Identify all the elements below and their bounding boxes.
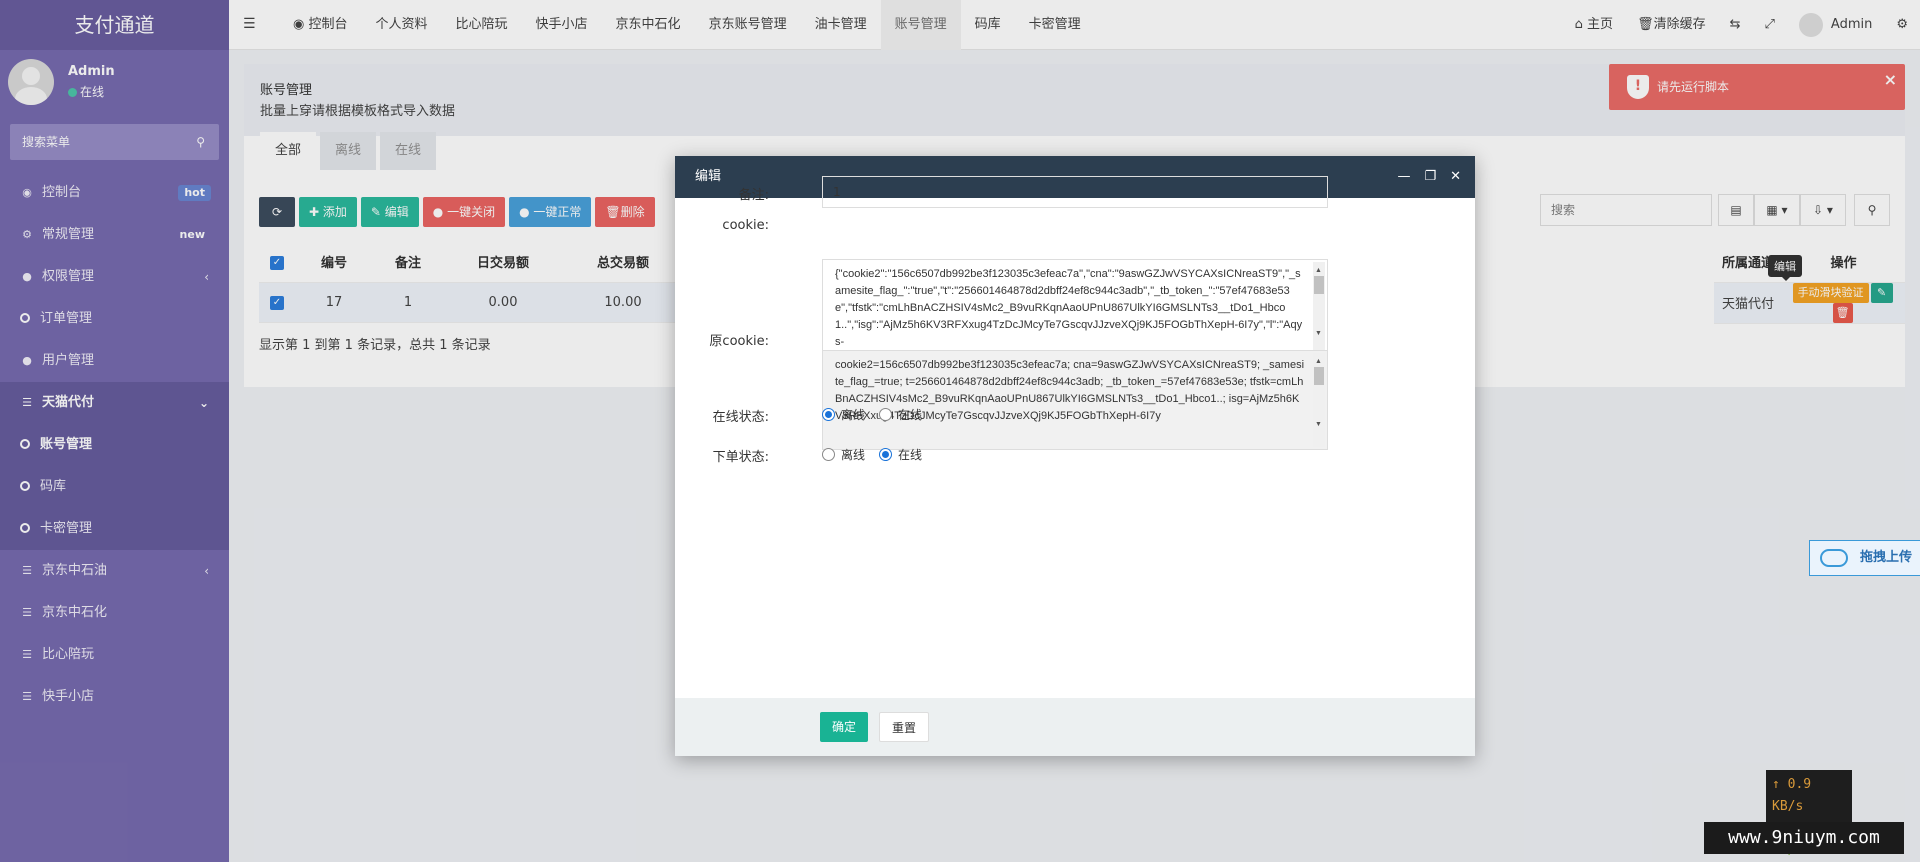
remark-label: 备注: xyxy=(738,188,769,203)
cloud-upload-icon xyxy=(1820,549,1848,567)
modal-footer: 确定 重置 xyxy=(675,698,1475,756)
scroll-thumb[interactable] xyxy=(1314,367,1324,385)
modal-title: 编辑 xyxy=(695,169,722,184)
option-label: 离线 xyxy=(841,448,866,462)
network-speed-widget: ↑ 0.9 KB/s ↓ 0.6 KB/s xyxy=(1766,770,1852,858)
order-status-radios: 离线 在线 xyxy=(822,446,936,463)
cookie-text: {"cookie2":"156c6507db992be3f123035c3efe… xyxy=(835,268,1303,348)
radio-unchecked-icon[interactable] xyxy=(879,408,893,421)
order-status-online-option[interactable]: 在线 xyxy=(879,446,922,463)
option-label: 在线 xyxy=(898,448,923,462)
option-label: 离线 xyxy=(841,408,866,422)
online-status-radios: 离线 在线 xyxy=(822,406,936,423)
orig-cookie-scrollbar[interactable] xyxy=(1313,353,1325,447)
cookie-textarea[interactable]: {"cookie2":"156c6507db992be3f123035c3efe… xyxy=(822,259,1328,359)
option-label: 在线 xyxy=(898,408,923,422)
drag-upload-label: 拖拽上传 xyxy=(1860,550,1913,565)
reset-button[interactable]: 重置 xyxy=(879,712,930,742)
online-status-online-option[interactable]: 在线 xyxy=(879,406,922,423)
upload-speed: ↑ 0.9 KB/s xyxy=(1772,777,1812,814)
order-status-offline-option[interactable]: 离线 xyxy=(822,446,865,463)
confirm-button[interactable]: 确定 xyxy=(820,712,869,742)
orig-cookie-label: 原cookie: xyxy=(709,334,769,349)
remark-input[interactable]: 1 xyxy=(822,176,1328,208)
radio-checked-icon[interactable] xyxy=(822,408,835,421)
maximize-icon[interactable]: ❐ xyxy=(1424,156,1436,198)
minimize-icon[interactable]: — xyxy=(1397,156,1410,198)
order-status-label: 下单状态: xyxy=(712,450,769,465)
cookie-scrollbar[interactable] xyxy=(1313,262,1325,356)
orig-cookie-textarea[interactable]: cookie2=156c6507db992be3f123035c3efeac7a… xyxy=(822,350,1328,450)
close-icon[interactable]: ✕ xyxy=(1450,156,1461,198)
cookie-label: cookie: xyxy=(722,218,769,233)
scroll-thumb[interactable] xyxy=(1314,276,1324,294)
watermark: www.9niuym.com xyxy=(1704,822,1904,854)
modal-window-controls: — ❐ ✕ xyxy=(1397,156,1461,198)
radio-checked-icon[interactable] xyxy=(879,448,893,461)
online-status-offline-option[interactable]: 离线 xyxy=(822,406,865,423)
edit-modal: 编辑 — ❐ ✕ 备注: 1 cookie: {"cookie2":"156c6… xyxy=(675,156,1475,756)
radio-unchecked-icon[interactable] xyxy=(822,448,835,461)
online-status-label: 在线状态: xyxy=(712,410,769,425)
drag-upload-tab[interactable]: 拖拽上传 xyxy=(1809,540,1920,576)
